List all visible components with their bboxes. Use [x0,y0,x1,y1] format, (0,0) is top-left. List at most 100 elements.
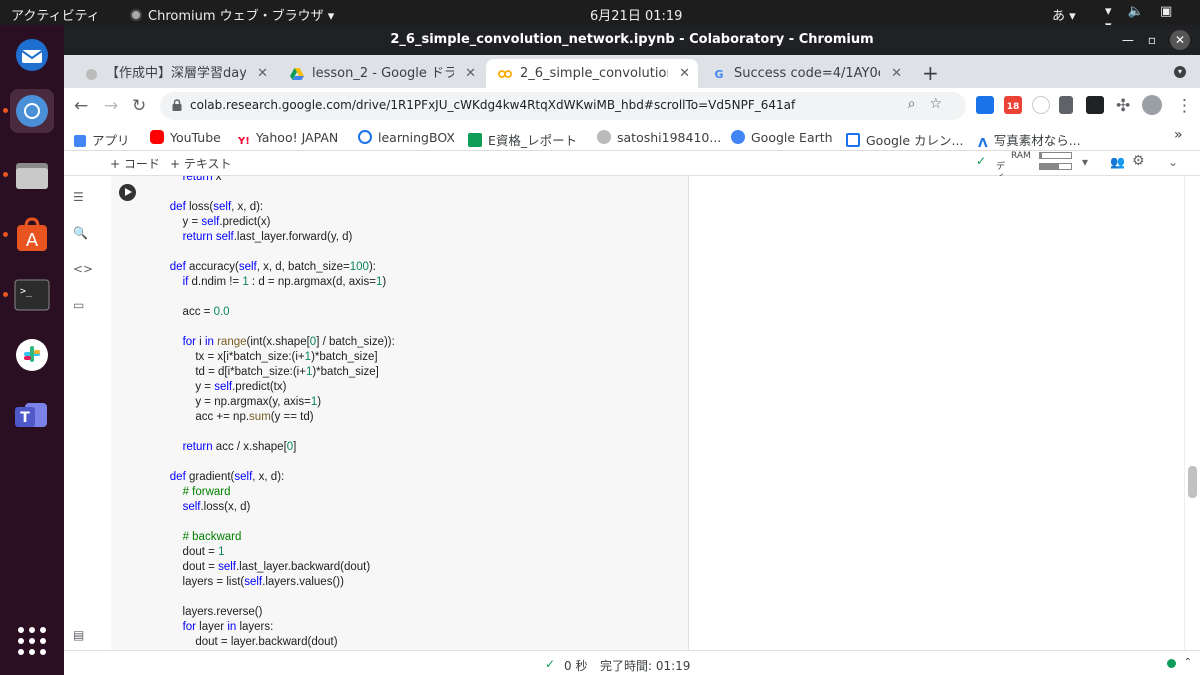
close-icon[interactable]: ✕ [1170,30,1190,50]
code-line[interactable]: def gradient(self, x, d): [157,470,395,485]
tab-drive[interactable]: lesson_2 - Google ドライブ ✕ [278,59,484,88]
teams-icon[interactable]: T [10,393,54,437]
bookmarks-overflow-icon[interactable]: » [1174,127,1183,143]
code-line[interactable] [157,515,395,530]
status-chevron-icon[interactable]: ⌃ [1184,657,1192,668]
tab-search-icon[interactable]: ▾ [1174,66,1186,78]
code-editor[interactable]: return x def loss(self, x, d): y = self.… [157,176,395,650]
collapse-chevron-icon[interactable]: ⌄ [1168,155,1178,169]
code-line[interactable]: td = d[i*batch_size:(i+1)*batch_size] [157,365,395,380]
code-line[interactable]: y = np.argmax(y, axis=1) [157,395,395,410]
code-line[interactable]: # forward [157,485,395,500]
bookmark-google-earth[interactable]: Google Earth [731,130,833,145]
code-snippets-icon[interactable]: <> [73,262,93,276]
reload-icon[interactable]: ↻ [132,96,146,116]
code-line[interactable]: for i in range(int(x.shape[0] / batch_si… [157,335,395,350]
code-line[interactable]: acc = 0.0 [157,305,395,320]
tab-google[interactable]: G Success code=4/1AY0e-g4 ✕ [700,59,910,88]
code-line[interactable] [157,290,395,305]
code-line[interactable]: y = self.predict(tx) [157,380,395,395]
add-code-button[interactable]: + コード [110,155,160,172]
lock-icon[interactable] [172,99,182,111]
extension-calendar-icon[interactable] [976,96,994,114]
menu-icon[interactable]: ⋮ [1176,96,1193,116]
bookmark-learningbox[interactable]: learningBOX [358,130,455,145]
tab-doc[interactable]: 【作成中】深層学習day1 ✕ [72,59,276,88]
show-applications-icon[interactable] [10,619,54,663]
bookmark-yahoo[interactable]: Y! Yahoo! JAPAN [238,130,338,150]
code-line[interactable] [157,425,395,440]
zoom-icon[interactable]: ⌕ [908,96,930,112]
extension-reader-icon[interactable] [1059,96,1073,114]
tab-close-icon[interactable]: ✕ [679,59,690,88]
vertical-scrollbar[interactable] [1184,176,1200,650]
extension-bus-icon[interactable] [1086,96,1104,114]
extension-jp-icon[interactable] [1032,96,1050,114]
code-line[interactable]: tx = x[i*batch_size:(i+1)*batch_size] [157,350,395,365]
code-line[interactable]: def accuracy(self, x, d, batch_size=100)… [157,260,395,275]
code-line[interactable] [157,320,395,335]
tab-close-icon[interactable]: ✕ [891,59,902,88]
clock[interactable]: 6月21日 01:19 [590,5,682,24]
code-line[interactable]: acc += np.sum(y == td) [157,410,395,425]
add-text-button[interactable]: + テキスト [170,155,232,172]
resource-dropdown-icon[interactable]: ▾ [1082,155,1088,169]
tab-colab[interactable]: 2_6_simple_convolution_network ✕ [486,59,698,88]
bookmark-star-icon[interactable]: ☆ [929,96,956,112]
bookmark-photo[interactable]: Λ 写真素材なら... [978,130,1081,150]
settings-gear-icon[interactable]: ⚙ [1132,153,1145,169]
code-line[interactable] [157,455,395,470]
address-bar[interactable]: colab.research.google.com/drive/1R1PFxJU… [160,92,966,120]
code-line[interactable] [157,185,395,200]
command-palette-icon[interactable]: ▤ [73,628,84,642]
code-line[interactable]: for layer in layers: [157,620,395,635]
app-menu[interactable]: Chromium ウェブ・ブラウザ ▾ [130,5,334,24]
code-line[interactable]: return x [157,176,395,185]
bookmark-satoshi[interactable]: satoshi198410... [597,130,721,145]
code-line[interactable]: if d.ndim != 1 : d = np.argmax(d, axis=1… [157,275,395,290]
minimize-icon[interactable]: — [1122,33,1148,47]
scrollbar-thumb[interactable] [1188,466,1197,498]
forward-icon[interactable]: → [104,96,118,116]
code-line[interactable] [157,590,395,605]
new-tab-button[interactable]: + [922,61,939,85]
terminal-icon[interactable]: >_ [3,273,54,317]
extensions-puzzle-icon[interactable]: ✣ [1116,96,1130,116]
tab-close-icon[interactable]: ✕ [465,59,476,88]
profile-avatar[interactable] [1142,95,1162,115]
software-center-icon[interactable]: A [3,213,54,257]
gmail-badge-icon[interactable]: 18 [1004,96,1022,114]
input-method-indicator[interactable]: あ ▾ [1052,5,1076,24]
code-line[interactable] [157,245,395,260]
run-cell-button[interactable] [119,184,136,201]
toc-icon[interactable]: ☰ [73,190,84,204]
maximize-icon[interactable]: ▫ [1148,33,1170,47]
code-line[interactable]: return self.last_layer.forward(y, d) [157,230,395,245]
bookmark-youtube[interactable]: YouTube [150,130,221,145]
code-line[interactable]: dout = 1 [157,545,395,560]
slack-icon[interactable] [10,333,54,377]
bookmark-apps[interactable]: アプリ [74,130,130,149]
code-line[interactable]: dout = self.last_layer.backward(dout) [157,560,395,575]
chromium-icon[interactable] [3,89,54,133]
tab-close-icon[interactable]: ✕ [257,59,268,88]
back-icon[interactable]: ← [74,96,88,116]
activities-button[interactable]: アクティビティ [11,5,100,24]
bookmark-calendar[interactable]: Google カレン... [846,130,963,149]
code-line[interactable]: # backward [157,530,395,545]
code-line[interactable]: dout = layer.backward(dout) [157,635,395,650]
code-line[interactable]: return acc / x.shape[0] [157,440,395,455]
files-folder-icon[interactable]: ▭ [73,298,84,312]
code-line[interactable]: layers = list(self.layers.values()) [157,575,395,590]
code-cell[interactable]: return x def loss(self, x, d): y = self.… [111,176,689,650]
files-icon[interactable] [3,153,54,197]
code-line[interactable]: y = self.predict(x) [157,215,395,230]
bookmark-label: Yahoo! JAPAN [255,130,339,145]
search-icon[interactable]: 🔍 [73,226,88,240]
code-line[interactable]: self.loss(x, d) [157,500,395,515]
code-line[interactable]: layers.reverse() [157,605,395,620]
thunderbird-icon[interactable] [10,33,54,77]
bookmark-report[interactable]: E資格_レポート [468,130,577,149]
code-line[interactable]: def loss(self, x, d): [157,200,395,215]
share-people-icon[interactable]: 👥 [1110,155,1125,169]
